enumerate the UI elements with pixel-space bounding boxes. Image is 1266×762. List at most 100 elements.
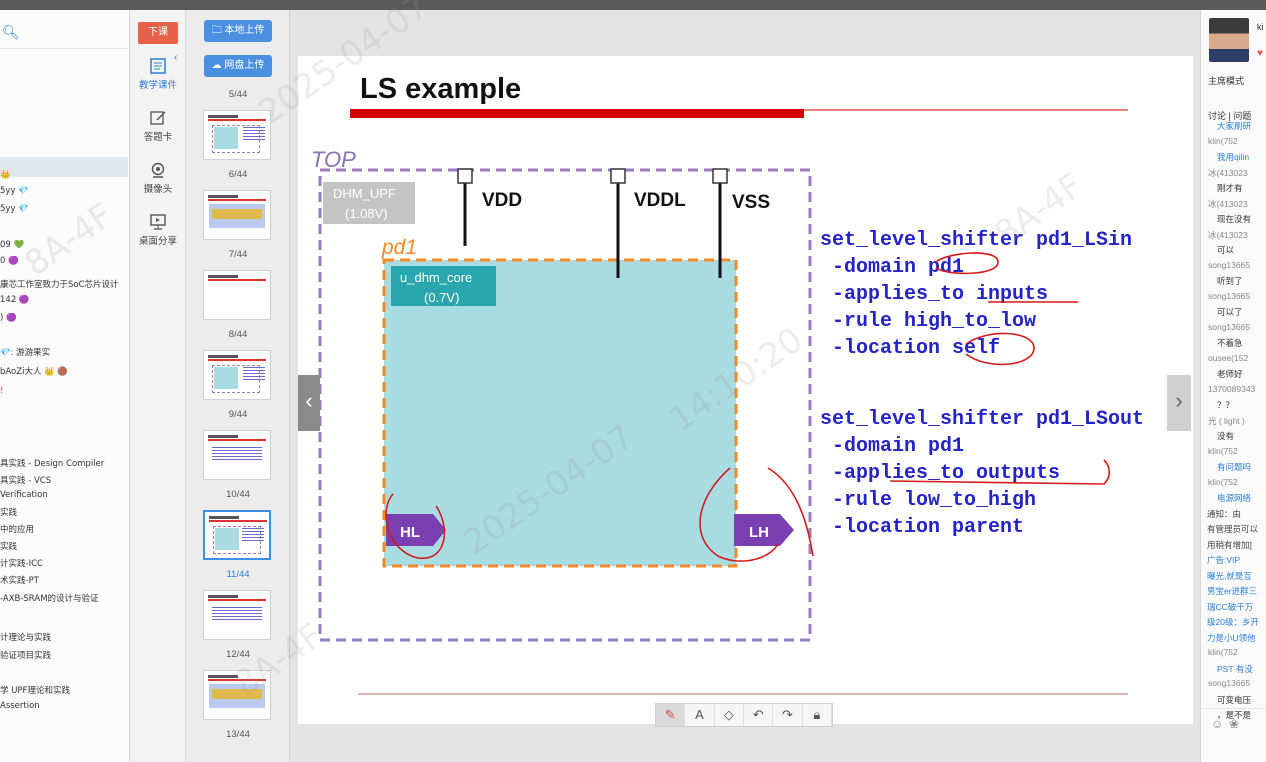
chat-message: 可变电压 bbox=[1217, 694, 1252, 705]
course-list-item[interactable]: ) 🟣 bbox=[0, 313, 129, 323]
slide-thumbnail[interactable] bbox=[203, 270, 271, 320]
chat-message: 有管理员可以 bbox=[1207, 524, 1259, 534]
answer-card-tool[interactable]: 答题卡 bbox=[130, 110, 186, 143]
courseware-tool[interactable]: 教学课件 bbox=[130, 58, 186, 91]
app-window: 🔍︎ 👑 5yy 💎 5yy 💎 09 💚 0 🟣 康芯工作室致力于SoC芯片设计 142 … bbox=[0, 0, 1266, 762]
course-list-item[interactable]: 142 🟣 bbox=[0, 295, 129, 305]
slide-number-label: 10/44 bbox=[226, 489, 250, 500]
gift-icon[interactable]: ❀ bbox=[1229, 717, 1239, 731]
end-class-button[interactable]: 下课 bbox=[138, 22, 178, 44]
pen-icon[interactable]: ✎ bbox=[656, 704, 686, 726]
chat-message: 冰(413023 bbox=[1208, 229, 1248, 240]
course-list-item[interactable]: 09 💚 bbox=[0, 240, 129, 250]
camera-label: 摄像头 bbox=[143, 184, 173, 195]
course-list-item[interactable]: 💎: 游游果实 bbox=[0, 346, 129, 358]
core-name: u_dhm_core bbox=[400, 270, 472, 285]
next-slide-button[interactable]: › bbox=[1167, 375, 1191, 431]
divider bbox=[0, 48, 128, 49]
chat-message: 电源网络 bbox=[1217, 493, 1252, 503]
text-icon[interactable]: A bbox=[685, 704, 715, 726]
course-list-item[interactable]: 计理论与实践 bbox=[0, 631, 129, 643]
course-list-item[interactable]: 中的应用 bbox=[0, 523, 129, 535]
undo-icon[interactable]: ↶ bbox=[744, 704, 774, 726]
course-list-item[interactable]: 验证项目实践 bbox=[0, 649, 129, 661]
chat-message: klin(752 bbox=[1208, 135, 1238, 146]
course-list-item[interactable]: 具实践 - Design Compiler bbox=[0, 457, 129, 469]
chat-message: 听到了 bbox=[1217, 276, 1243, 286]
chat-message: 有问题吗 bbox=[1217, 462, 1252, 472]
chat-input-bar: ☺ ❀ bbox=[1201, 708, 1266, 738]
heart-icon[interactable]: ♥ bbox=[1257, 48, 1263, 59]
slide-number-label: 5/44 bbox=[228, 89, 248, 100]
chat-message: 用稍有增加] bbox=[1207, 539, 1252, 550]
chat-message: 现在没有 bbox=[1217, 214, 1252, 224]
course-list-item[interactable]: 0 🟣 bbox=[0, 256, 129, 266]
course-list-item[interactable]: -AXB-SRAM的设计与验证 bbox=[0, 592, 129, 604]
upf-voltage: (1.08V) bbox=[345, 206, 388, 221]
drawing-toolbar: ✎ A ◇ ↶ ↷ 🔒︎ bbox=[655, 703, 833, 727]
course-list-item[interactable]: 实践 bbox=[0, 506, 129, 518]
code-line: set_level_shifter pd1_LSin bbox=[820, 229, 1132, 252]
local-upload-label: 本地上传 bbox=[224, 25, 265, 36]
eraser-icon[interactable]: ◇ bbox=[715, 704, 744, 726]
course-list-item[interactable]: 👑 bbox=[0, 170, 129, 180]
screen-share-label: 桌面分享 bbox=[138, 236, 177, 247]
course-list-item[interactable]: Assertion bbox=[0, 701, 129, 711]
course-list-item[interactable]: 术实践-PT bbox=[0, 574, 129, 586]
camera-tool[interactable]: 摄像头 bbox=[130, 162, 186, 195]
slide-thumbnail[interactable] bbox=[203, 430, 271, 480]
chat-message: 瑞CC破千万 bbox=[1207, 601, 1254, 612]
slide-thumbnail[interactable] bbox=[203, 670, 271, 720]
courseware-icon bbox=[150, 58, 166, 74]
chat-message: 老师好 bbox=[1217, 369, 1243, 379]
emoji-icon[interactable]: ☺ bbox=[1211, 717, 1223, 731]
course-list-panel: 🔍︎ 👑 5yy 💎 5yy 💎 09 💚 0 🟣 康芯工作室致力于SoC芯片设计 142 … bbox=[0, 10, 130, 762]
chat-message: klin(752 bbox=[1208, 476, 1238, 487]
redo-icon[interactable]: ↷ bbox=[773, 704, 803, 726]
chat-message: song13665 bbox=[1208, 259, 1251, 270]
vss-label: VSS bbox=[732, 192, 770, 213]
chat-panel: ki ♥ 主席模式 讨论 | 问题 大家刷研 klin(752 我用qilin 冰(4… bbox=[1200, 10, 1266, 762]
chat-message: 曝光,就是互 bbox=[1207, 570, 1252, 581]
code-line: -rule high_to_low bbox=[820, 310, 1036, 333]
slide-number-label: 8/44 bbox=[228, 329, 248, 340]
course-list-item[interactable]: 学 UPF理论和实践 bbox=[0, 684, 129, 696]
slide-thumbnail[interactable] bbox=[203, 510, 271, 560]
slide-thumbnail[interactable] bbox=[203, 590, 271, 640]
code-line: -rule low_to_high bbox=[820, 489, 1036, 512]
course-list-item[interactable]: 实践 bbox=[0, 540, 129, 552]
slide-thumbnail[interactable] bbox=[203, 190, 271, 240]
chat-message: 力是小U领他 bbox=[1207, 632, 1256, 643]
course-list-item[interactable]: 计实践-ICC bbox=[0, 557, 129, 569]
camera-icon bbox=[151, 162, 165, 178]
local-upload-button[interactable]: 🗀︎ 本地上传 bbox=[204, 20, 272, 42]
slide-number-label: 6/44 bbox=[228, 169, 248, 180]
teacher-name: ki bbox=[1257, 22, 1264, 32]
slide-canvas[interactable]: LS example TOP DHM_UPF (1.08V) pd1 u_dhm… bbox=[298, 56, 1193, 724]
course-list-item[interactable]: 5yy 💎 bbox=[0, 204, 129, 214]
upf-name: DHM_UPF bbox=[333, 186, 396, 201]
chat-message: 没有 bbox=[1217, 431, 1235, 441]
cloud-upload-button[interactable]: ☁︎ 网盘上传 bbox=[204, 55, 272, 77]
chat-message: 1370089343 bbox=[1208, 383, 1256, 394]
screen-share-icon bbox=[150, 214, 166, 230]
screen-share-tool[interactable]: 桌面分享 bbox=[130, 214, 186, 247]
slide-thumbnail[interactable] bbox=[203, 350, 271, 400]
chat-message: 大家刷研 bbox=[1217, 121, 1252, 131]
course-list-item[interactable]: 康芯工作室致力于SoC芯片设计 bbox=[0, 278, 129, 290]
search-icon[interactable]: 🔍︎ bbox=[2, 24, 20, 41]
course-list-item[interactable]: ! bbox=[0, 386, 129, 396]
slide-number-label: 12/44 bbox=[226, 649, 250, 660]
chat-message: 可以 bbox=[1217, 245, 1235, 255]
mode-selector[interactable]: 主席模式 bbox=[1208, 74, 1244, 87]
course-list-item[interactable]: bAoZi大人 👑 🟤 bbox=[0, 365, 129, 377]
course-list-item[interactable]: 5yy 💎 bbox=[0, 186, 129, 196]
prev-slide-button[interactable]: ‹ bbox=[298, 375, 320, 431]
course-list-item[interactable]: 具实践 - VCS bbox=[0, 474, 129, 486]
slide-thumbnail[interactable] bbox=[203, 110, 271, 160]
lock-icon[interactable]: 🔒︎ bbox=[803, 704, 832, 726]
course-list-item[interactable]: Verification bbox=[0, 490, 129, 500]
vddl-pin bbox=[610, 168, 626, 184]
chat-message: PST 有没 bbox=[1217, 663, 1253, 674]
cloud-upload-label: 网盘上传 bbox=[224, 60, 265, 71]
